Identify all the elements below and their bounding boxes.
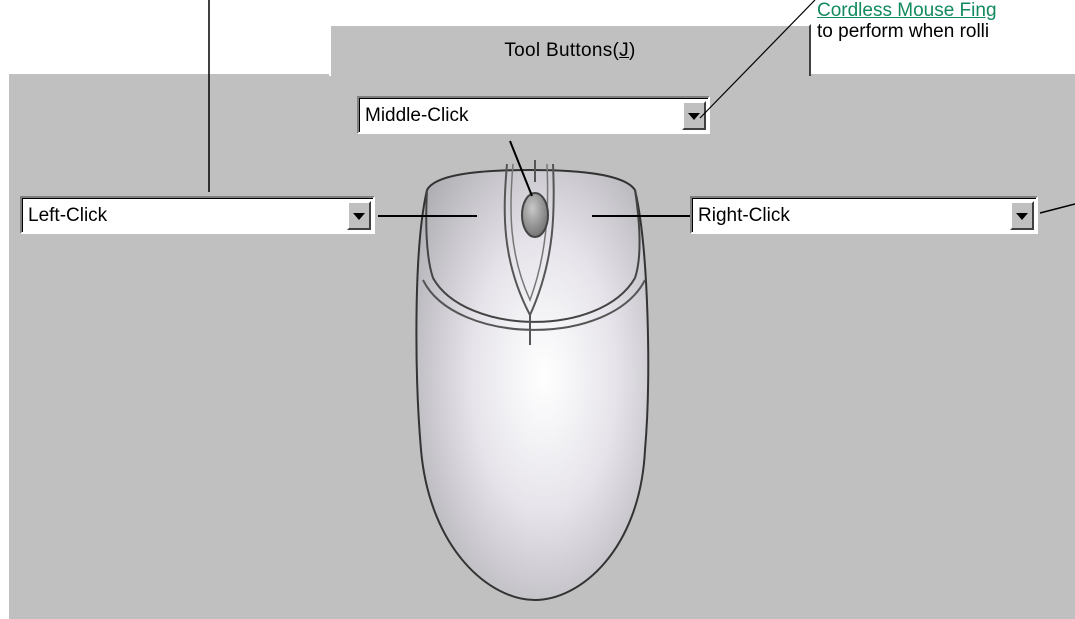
help-callout: Cordless Mouse Fing to perform when roll… xyxy=(817,0,1075,42)
callout-description: to perform when rolli xyxy=(817,21,990,42)
right-button-select[interactable]: Right-Click xyxy=(690,196,1038,234)
tab-tool-buttons[interactable]: Tool Buttons(J) xyxy=(329,24,811,76)
chevron-down-icon xyxy=(1016,212,1028,220)
left-button-select[interactable]: Left-Click xyxy=(20,196,375,234)
left-button-dropdown-button[interactable] xyxy=(347,201,371,230)
middle-button-dropdown-button[interactable] xyxy=(682,101,706,130)
chevron-down-icon xyxy=(688,112,700,120)
right-button-dropdown-button[interactable] xyxy=(1010,201,1034,230)
tab-label: Tool Buttons(J) xyxy=(504,40,636,61)
middle-button-select[interactable]: Middle-Click xyxy=(357,96,710,134)
chevron-down-icon xyxy=(353,212,365,220)
cordless-mouse-link[interactable]: Cordless Mouse Fing xyxy=(817,0,1075,21)
middle-button-value: Middle-Click xyxy=(365,105,469,126)
mouse-illustration xyxy=(415,160,650,602)
right-button-value: Right-Click xyxy=(698,205,790,226)
left-button-value: Left-Click xyxy=(28,205,108,226)
